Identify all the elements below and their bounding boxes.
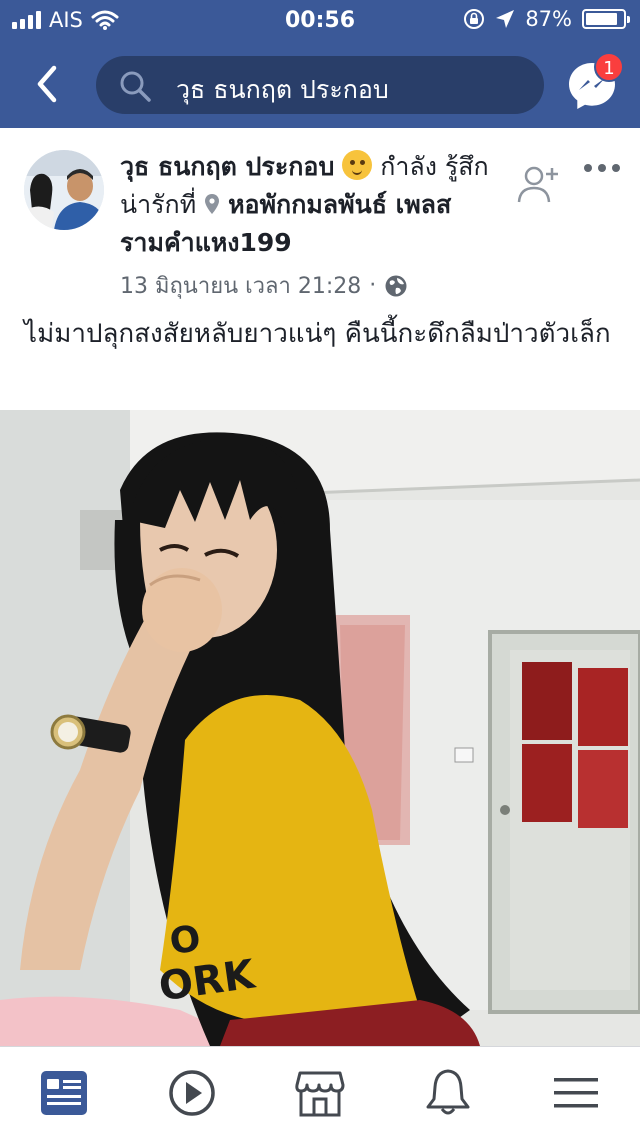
- status-bar: AIS 00:56 87%: [0, 0, 640, 40]
- post-header: วุธ ธนกฤต ประกอบ กำลัง รู้สึกน่ารักที่ ห…: [120, 148, 510, 262]
- news-feed-icon[interactable]: [36, 1065, 92, 1121]
- search-icon: [120, 71, 151, 102]
- post-message: ไม่มาปลุกสงสัยหลับยาวแน่ๆ คืนนี้กะดึกลืม…: [24, 319, 611, 349]
- meta-separator: ·: [369, 273, 377, 298]
- marketplace-icon[interactable]: [292, 1065, 348, 1121]
- more-options-icon[interactable]: [582, 160, 622, 176]
- notifications-bell-icon[interactable]: [420, 1065, 476, 1121]
- globe-public-icon: [385, 275, 407, 296]
- menu-hamburger-icon[interactable]: [548, 1065, 604, 1121]
- search-query[interactable]: วุธ ธนกฤต ประกอบ: [176, 70, 389, 110]
- author-name[interactable]: วุธ ธนกฤต ประกอบ: [120, 152, 334, 181]
- orientation-lock-icon: [464, 9, 485, 29]
- status-right: 87%: [463, 7, 630, 31]
- add-friend-icon[interactable]: [516, 162, 560, 206]
- navigation-bar: วุธ ธนกฤต ประกอบ 1: [0, 40, 640, 128]
- post-meta: 13 มิถุนายน เวลา 21:28 ·: [120, 268, 408, 303]
- post-photo[interactable]: O ORK: [0, 410, 640, 1046]
- back-arrow-icon[interactable]: [28, 62, 68, 106]
- battery-fill: [586, 13, 618, 25]
- messenger-badge: 1: [594, 52, 624, 82]
- battery-icon: [582, 9, 630, 29]
- bottom-tab-bar: [0, 1046, 640, 1136]
- post-timestamp[interactable]: 13 มิถุนายน เวลา 21:28: [120, 268, 361, 303]
- location-arrow-icon: [496, 10, 515, 28]
- search-bar[interactable]: วุธ ธนกฤต ประกอบ: [96, 56, 544, 114]
- shirt-text-1: O: [167, 918, 203, 963]
- watch-video-icon[interactable]: [164, 1065, 220, 1121]
- avatar[interactable]: [24, 150, 104, 230]
- top-header: AIS 00:56 87% วุธ ธนกฤต ประกอบ 1: [0, 0, 640, 128]
- location-pin-icon: [205, 194, 220, 214]
- battery-percent: 87%: [525, 7, 572, 31]
- avatar-photo: [24, 150, 104, 230]
- feeling-emoji-icon: [342, 150, 373, 180]
- photo-scene: O ORK: [0, 410, 640, 1046]
